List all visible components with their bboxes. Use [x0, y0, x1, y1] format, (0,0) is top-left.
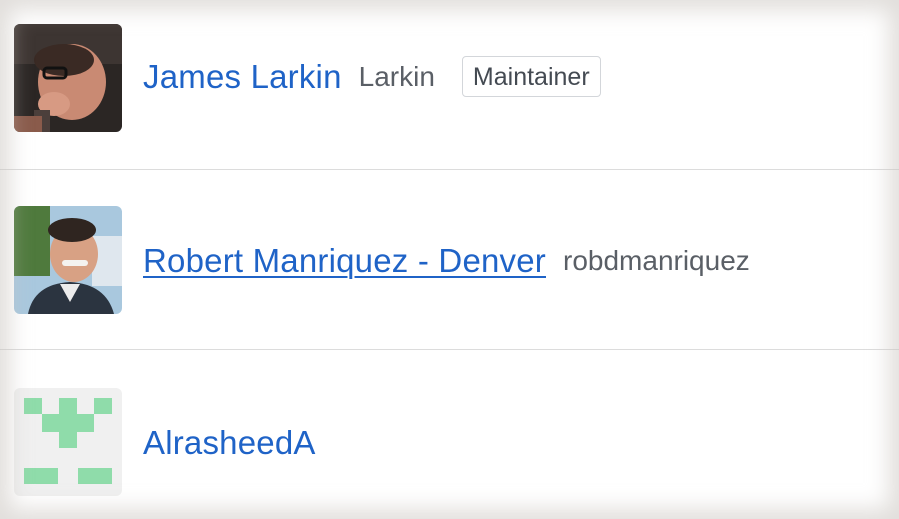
avatar[interactable]	[14, 206, 122, 314]
user-photo-icon	[14, 206, 122, 314]
list-item: AlrasheedA	[0, 352, 899, 519]
identicon-icon	[14, 388, 122, 496]
member-name-link[interactable]: AlrasheedA	[143, 424, 316, 462]
member-list: James Larkin Larkin Maintainer Robert Ma…	[0, 0, 899, 519]
list-item: James Larkin Larkin Maintainer	[0, 0, 899, 170]
role-badge: Maintainer	[461, 56, 601, 97]
member-username: Larkin	[358, 60, 435, 92]
list-item: Robert Manriquez - Denver robdmanriquez	[0, 170, 899, 350]
avatar[interactable]	[14, 24, 122, 132]
member-name-link[interactable]: Robert Manriquez - Denver	[143, 242, 546, 280]
member-list-frame: James Larkin Larkin Maintainer Robert Ma…	[0, 0, 899, 519]
member-name-link[interactable]: James Larkin	[143, 58, 342, 96]
member-username: robdmanriquez	[563, 245, 750, 276]
user-photo-icon	[14, 24, 122, 132]
avatar[interactable]	[14, 388, 122, 496]
